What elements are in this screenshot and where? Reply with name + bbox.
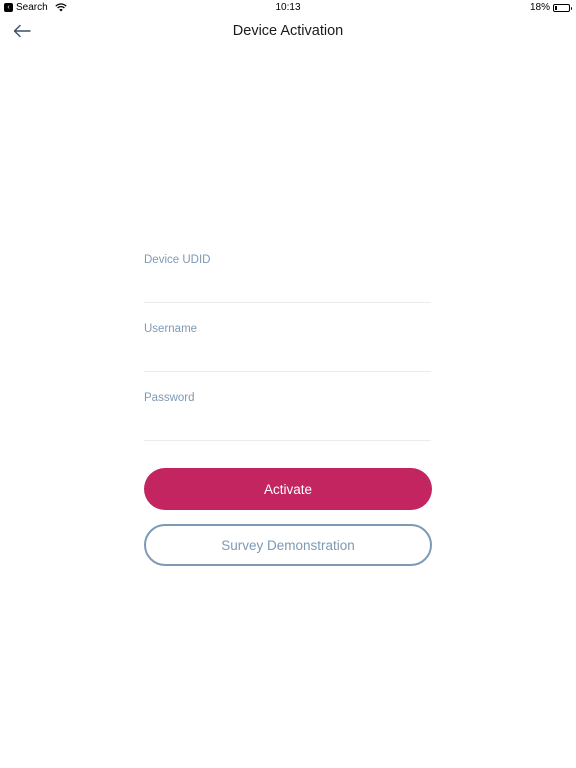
survey-demonstration-button[interactable]: Survey Demonstration [144,524,432,566]
username-label: Username [144,323,198,335]
status-bar: ‹ Search 10:13 18% [0,0,576,16]
device-udid-input[interactable] [144,278,431,300]
password-label: Password [144,392,195,404]
status-time: 10:13 [275,2,301,13]
username-input[interactable] [144,347,431,369]
battery-fill [555,5,557,10]
password-field[interactable]: Password [144,392,431,441]
device-udid-field[interactable]: Device UDID [144,254,431,303]
password-input[interactable] [144,416,431,438]
activate-button[interactable]: Activate [144,468,432,510]
page-title: Device Activation [232,23,344,39]
status-right: 18% [529,2,572,13]
battery-icon [553,3,572,12]
device-udid-label: Device UDID [144,254,211,266]
username-field[interactable]: Username [144,323,431,372]
battery-percent: 18% [529,2,550,13]
